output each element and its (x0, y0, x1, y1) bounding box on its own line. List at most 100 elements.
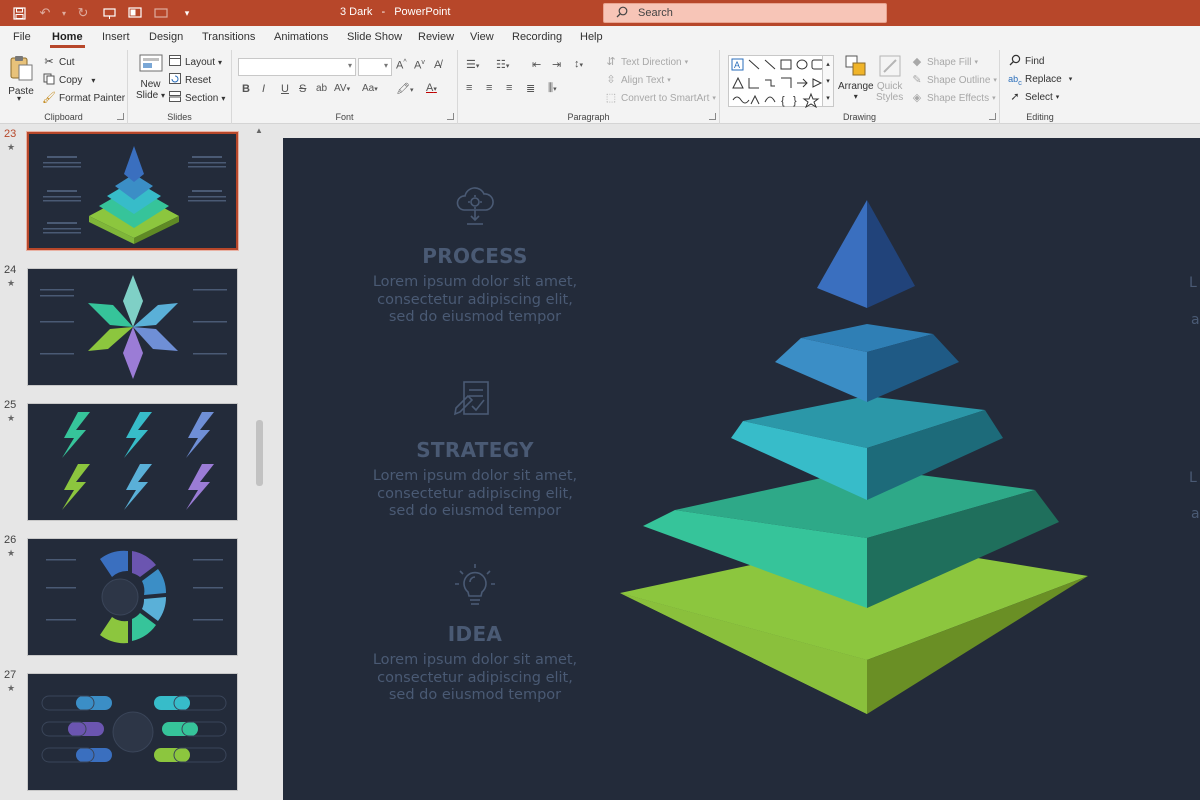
slide-thumbnail-image (27, 673, 238, 791)
columns-icon[interactable]: ⫼▾ (548, 82, 557, 95)
align-left-icon[interactable]: ≡ (466, 82, 472, 94)
paste-dropdown-icon[interactable]: ▾ (17, 94, 21, 103)
pyramid-infographic (620, 200, 1088, 714)
svg-text:{: { (781, 95, 785, 107)
clear-formatting-icon[interactable]: A̸ (434, 59, 441, 71)
slide-thumbnail-image (27, 403, 238, 521)
change-case-button[interactable]: Aa▾ (362, 83, 378, 94)
tab-view[interactable]: View (470, 31, 494, 43)
justify-icon[interactable]: ≣ (526, 82, 535, 95)
underline-button[interactable]: U (281, 83, 289, 95)
customize-toolbar-icon[interactable]: ▾ (176, 4, 198, 22)
tab-recording[interactable]: Recording (512, 31, 562, 43)
decrease-indent-icon[interactable]: ⇤ (532, 58, 541, 71)
find-button[interactable]: Find (1008, 54, 1044, 68)
quick-styles-button[interactable]: Quick Styles (876, 54, 903, 103)
font-size-dropdown[interactable]: ▾ (358, 58, 392, 76)
tab-animations[interactable]: Animations (274, 31, 328, 43)
slide-thumbnail-26[interactable]: 26 ★ (0, 530, 250, 660)
font-color-icon[interactable]: A▾ (426, 82, 437, 94)
character-spacing-button[interactable]: AV▾ (334, 83, 350, 94)
scroll-up-icon[interactable]: ▲ (255, 126, 263, 135)
reset-label: Reset (185, 74, 212, 86)
shape-outline-button[interactable]: ✎ Shape Outline ▾ (910, 73, 997, 87)
scrollbar-thumb[interactable] (256, 420, 263, 486)
align-right-icon[interactable]: ≡ (506, 82, 512, 94)
reset-button[interactable]: Reset (168, 73, 211, 87)
slide-thumbnail-image (27, 268, 238, 386)
pyramid-tier-1[interactable] (817, 200, 915, 308)
shape-fill-button[interactable]: ◆ Shape Fill ▾ (910, 55, 978, 69)
tab-review[interactable]: Review (418, 31, 454, 43)
undo-dropdown-icon[interactable]: ▾ (60, 4, 68, 22)
tab-transitions[interactable]: Transitions (202, 31, 255, 43)
cut-button[interactable]: ✂ Cut (42, 55, 74, 69)
presenter-view-icon[interactable] (124, 4, 146, 22)
tab-help[interactable]: Help (580, 31, 603, 43)
section-dropdown-icon: ▾ (221, 93, 226, 103)
bullets-icon[interactable]: ☰▾ (466, 58, 479, 71)
copy-dropdown-icon[interactable]: ▾ (91, 76, 95, 85)
tab-home[interactable]: Home (50, 31, 85, 48)
smartart-icon: ⬚ (605, 92, 617, 104)
increase-indent-icon[interactable]: ⇥ (552, 58, 561, 71)
search-box[interactable]: Search (603, 3, 887, 23)
slide-thumbnail-23[interactable]: 23 ★ (0, 124, 250, 254)
italic-button[interactable]: I (262, 83, 265, 95)
shape-icon[interactable] (150, 4, 172, 22)
title-separator: - (381, 6, 386, 18)
select-button[interactable]: ➚ Select ▾ (1008, 90, 1059, 104)
align-center-icon[interactable]: ≡ (486, 82, 492, 94)
slide-thumbnail-24[interactable]: 24 ★ (0, 260, 250, 390)
increase-font-size-icon[interactable]: A^ (396, 59, 407, 72)
tab-file[interactable]: File (13, 31, 31, 43)
convert-smartart-button[interactable]: ⬚ Convert to SmartArt ▾ (604, 91, 716, 105)
bold-button[interactable]: B (242, 83, 250, 95)
shapes-gallery-scroll[interactable]: ▴ ▾ ▾ (822, 55, 834, 107)
tab-insert[interactable]: Insert (102, 31, 130, 43)
decrease-font-size-icon[interactable]: Av (414, 59, 425, 72)
line-spacing-icon[interactable]: ↕▾ (574, 58, 583, 70)
animation-star-icon: ★ (7, 413, 16, 423)
shape-effects-button[interactable]: ◈ Shape Effects ▾ (910, 91, 996, 105)
tab-design[interactable]: Design (149, 31, 183, 43)
drawing-launcher-icon[interactable] (989, 113, 996, 120)
replace-button[interactable]: abc Replace ▾ (1008, 72, 1072, 87)
thumbnail-scrollbar[interactable]: ▲ (252, 124, 266, 800)
section-button[interactable]: Section ▾ (168, 91, 225, 105)
clipboard-group: Paste ▾ ✂ Cut Copy ▾ 🖌 Format Painter Cl… (0, 50, 128, 124)
strikethrough-button[interactable]: S (299, 83, 306, 95)
format-painter-button[interactable]: 🖌 Format Painter (42, 91, 125, 105)
slide-thumbnail-27[interactable]: 27 ★ (0, 665, 250, 795)
copy-button[interactable]: Copy ▾ (42, 73, 95, 87)
font-name-dropdown[interactable]: ▾ (238, 58, 356, 76)
undo-icon[interactable]: ↶ (34, 4, 56, 22)
quick-access-toolbar: ↶ ▾ ↻ ▾ (8, 4, 198, 22)
text-shadow-icon[interactable]: ab (316, 83, 327, 94)
layout-label: Layout (185, 56, 216, 68)
shape-effects-label: Shape Effects (927, 92, 990, 104)
save-icon[interactable] (8, 4, 30, 22)
clipboard-launcher-icon[interactable] (117, 113, 124, 120)
format-painter-label: Format Painter (59, 92, 126, 104)
align-text-button[interactable]: ⇳ Align Text ▾ (604, 73, 670, 87)
new-slide-button[interactable]: New Slide ▾ (136, 54, 165, 101)
current-slide[interactable]: PROCESS Lorem ipsum dolor sit amet, cons… (283, 138, 1200, 800)
redo-icon[interactable]: ↻ (72, 4, 94, 22)
tab-slide-show[interactable]: Slide Show (347, 31, 402, 43)
font-launcher-icon[interactable] (447, 113, 454, 120)
numbering-icon[interactable]: ☷▾ (496, 58, 509, 71)
arrange-button[interactable]: Arrange ▾ (838, 54, 874, 101)
shapes-gallery[interactable]: A {} (728, 55, 828, 109)
paste-button[interactable]: Paste (8, 54, 34, 97)
layout-button[interactable]: Layout ▾ (168, 55, 222, 69)
slide-thumbnail-25[interactable]: 25 ★ (0, 395, 250, 525)
text-direction-button[interactable]: ⇵ Text Direction ▾ (604, 55, 688, 69)
shape-outline-label: Shape Outline (927, 74, 991, 86)
pyramid-tier-2[interactable] (775, 324, 959, 402)
section-icon (168, 91, 182, 105)
highlight-color-icon[interactable]: 🖍▾ (396, 82, 413, 95)
find-icon (1008, 54, 1022, 68)
start-from-beginning-icon[interactable] (98, 4, 120, 22)
paragraph-launcher-icon[interactable] (709, 113, 716, 120)
